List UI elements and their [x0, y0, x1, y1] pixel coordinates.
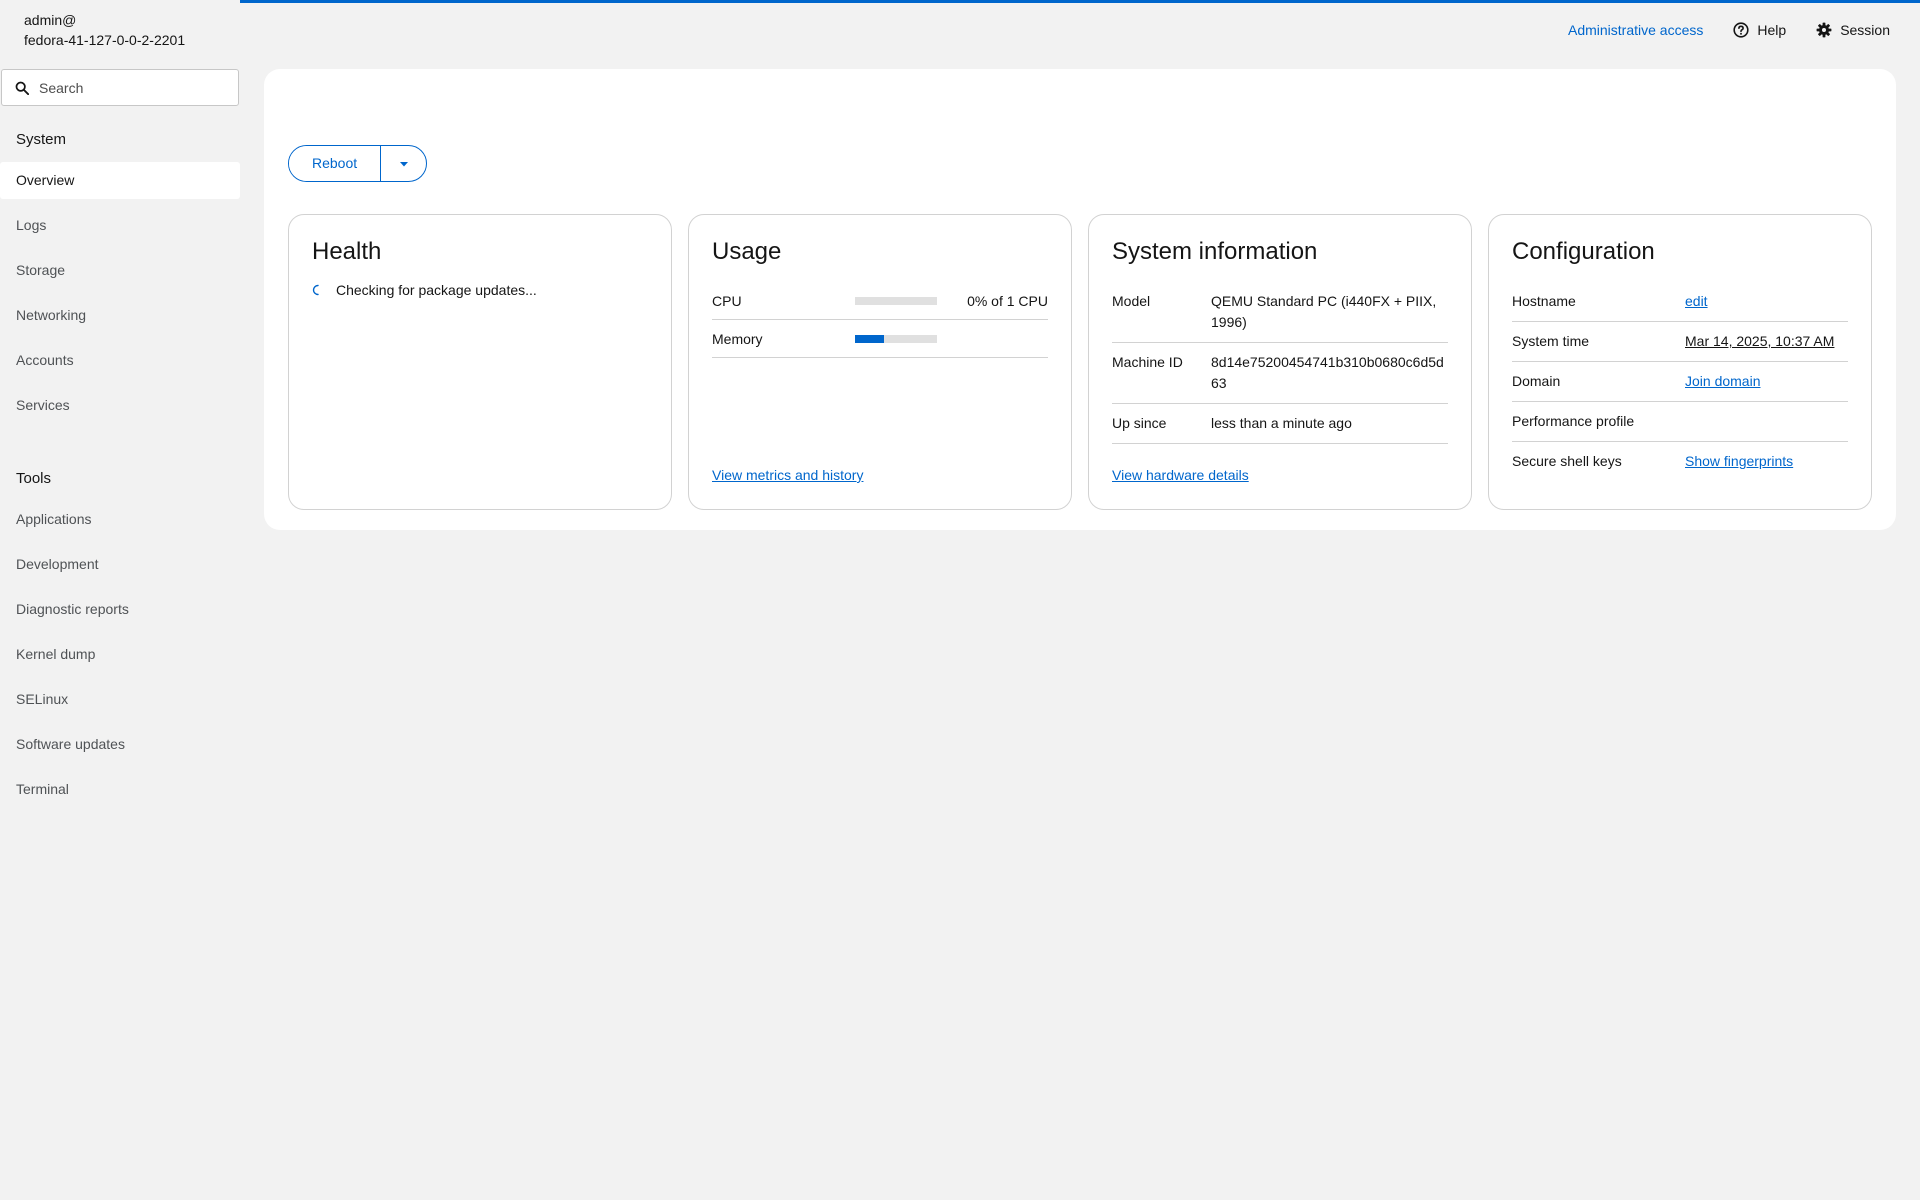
usage-title: Usage: [712, 238, 782, 265]
spinner-icon: [312, 284, 319, 296]
session-button[interactable]: Session: [1816, 22, 1890, 38]
hostname-edit-link[interactable]: edit: [1685, 293, 1708, 309]
sysinfo-row-up-since: Up since less than a minute ago: [1112, 404, 1448, 444]
help-label: Help: [1757, 22, 1787, 38]
help-icon: [1733, 22, 1749, 38]
host-switcher[interactable]: admin@ fedora-41-127-0-0-2-2201: [24, 10, 185, 50]
memory-usage-bar: [855, 334, 937, 343]
sysinfo-row-machine-id: Machine ID 8d14e75200454741b310b0680c6d5…: [1112, 343, 1448, 404]
nav-item-networking[interactable]: Networking: [0, 297, 240, 334]
usage-row-cpu: CPU 0% of 1 CPU: [712, 282, 1048, 320]
nav-item-kernel-dump[interactable]: Kernel dump: [0, 636, 240, 673]
host-user: admin@: [24, 12, 77, 28]
config-row-performance-profile: Performance profile: [1512, 402, 1848, 442]
show-fingerprints-link[interactable]: Show fingerprints: [1685, 453, 1793, 469]
system-time-link[interactable]: Mar 14, 2025, 10:37 AM: [1685, 333, 1834, 349]
nav-item-storage[interactable]: Storage: [0, 252, 240, 289]
cards-row: Health Checking for package updates... U…: [288, 214, 1872, 510]
caret-down-icon: [399, 161, 408, 166]
nav-item-selinux[interactable]: SELinux: [0, 681, 240, 718]
machine-id-label: Machine ID: [1112, 354, 1183, 370]
host-name: fedora-41-127-0-0-2-2201: [24, 32, 186, 48]
topbar-actions: Administrative access Help Session: [1568, 22, 1890, 38]
health-status: Checking for package updates...: [312, 282, 648, 298]
domain-label: Domain: [1512, 373, 1561, 389]
nav-item-terminal[interactable]: Terminal: [0, 771, 240, 808]
config-row-domain: Domain Join domain: [1512, 362, 1848, 402]
system-information-card: System information Model QEMU Standard P…: [1088, 214, 1472, 510]
up-since-value: less than a minute ago: [1211, 415, 1352, 431]
nav-item-diagnostic-reports[interactable]: Diagnostic reports: [0, 591, 240, 628]
overview-panel: Reboot Health Checking for package updat…: [264, 69, 1896, 530]
nav-item-development[interactable]: Development: [0, 546, 240, 583]
nav-heading-tools: Tools: [16, 470, 52, 487]
config-row-system-time: System time Mar 14, 2025, 10:37 AM: [1512, 322, 1848, 362]
nav-item-software-updates[interactable]: Software updates: [0, 726, 240, 763]
configuration-card: Configuration Hostname edit System time …: [1488, 214, 1872, 510]
usage-card: Usage CPU 0% of 1 CPU Memory View metric…: [688, 214, 1072, 510]
reboot-button[interactable]: Reboot: [289, 146, 382, 181]
memory-label: Memory: [712, 330, 763, 347]
topbar-accent: [240, 0, 1920, 3]
ssh-keys-label: Secure shell keys: [1512, 453, 1622, 469]
cpu-value: 0% of 1 CPU: [967, 292, 1048, 309]
search-icon: [15, 81, 29, 95]
cpu-usage-bar: [855, 296, 937, 305]
config-title: Configuration: [1512, 238, 1655, 265]
model-value: QEMU Standard PC (i440FX + PIIX, 1996): [1211, 293, 1437, 330]
sysinfo-title: System information: [1112, 238, 1318, 265]
nav-item-services[interactable]: Services: [0, 387, 240, 424]
nav-heading-system: System: [16, 131, 67, 148]
health-status-text: Checking for package updates...: [336, 282, 537, 298]
health-title: Health: [312, 238, 382, 265]
session-label: Session: [1840, 22, 1890, 38]
gear-icon: [1816, 22, 1832, 38]
config-row-hostname: Hostname edit: [1512, 282, 1848, 322]
health-card: Health Checking for package updates...: [288, 214, 672, 510]
up-since-label: Up since: [1112, 415, 1167, 431]
help-button[interactable]: Help: [1733, 22, 1786, 38]
nav-tools-section: Tools Applications Development Diagnosti…: [0, 456, 240, 816]
administrative-access-button[interactable]: Administrative access: [1568, 22, 1703, 38]
search-box[interactable]: [1, 69, 239, 106]
sysinfo-row-model: Model QEMU Standard PC (i440FX + PIIX, 1…: [1112, 282, 1448, 343]
nav-system-section: System Overview Logs Storage Networking …: [0, 117, 240, 432]
memory-usage-fill: [855, 334, 884, 343]
machine-id-value: 8d14e75200454741b310b0680c6d5d63: [1211, 354, 1444, 391]
nav-item-overview[interactable]: Overview: [0, 162, 240, 199]
usage-row-memory: Memory: [712, 320, 1048, 358]
nav-item-accounts[interactable]: Accounts: [0, 342, 240, 379]
reboot-button-group: Reboot: [288, 145, 428, 182]
view-hardware-details-link[interactable]: View hardware details: [1112, 467, 1249, 483]
cpu-label: CPU: [712, 292, 742, 309]
reboot-options-toggle[interactable]: [381, 146, 426, 181]
system-time-label: System time: [1512, 333, 1590, 349]
nav-item-logs[interactable]: Logs: [0, 207, 240, 244]
search-input[interactable]: [39, 79, 229, 96]
model-label: Model: [1112, 293, 1151, 309]
sidebar: admin@ fedora-41-127-0-0-2-2201 System O…: [0, 0, 240, 1200]
config-row-ssh-keys: Secure shell keys Show fingerprints: [1512, 442, 1848, 481]
join-domain-link[interactable]: Join domain: [1685, 373, 1761, 389]
hostname-label: Hostname: [1512, 293, 1576, 309]
nav-item-applications[interactable]: Applications: [0, 501, 240, 538]
view-metrics-link[interactable]: View metrics and history: [712, 467, 863, 483]
performance-profile-label: Performance profile: [1512, 413, 1635, 429]
